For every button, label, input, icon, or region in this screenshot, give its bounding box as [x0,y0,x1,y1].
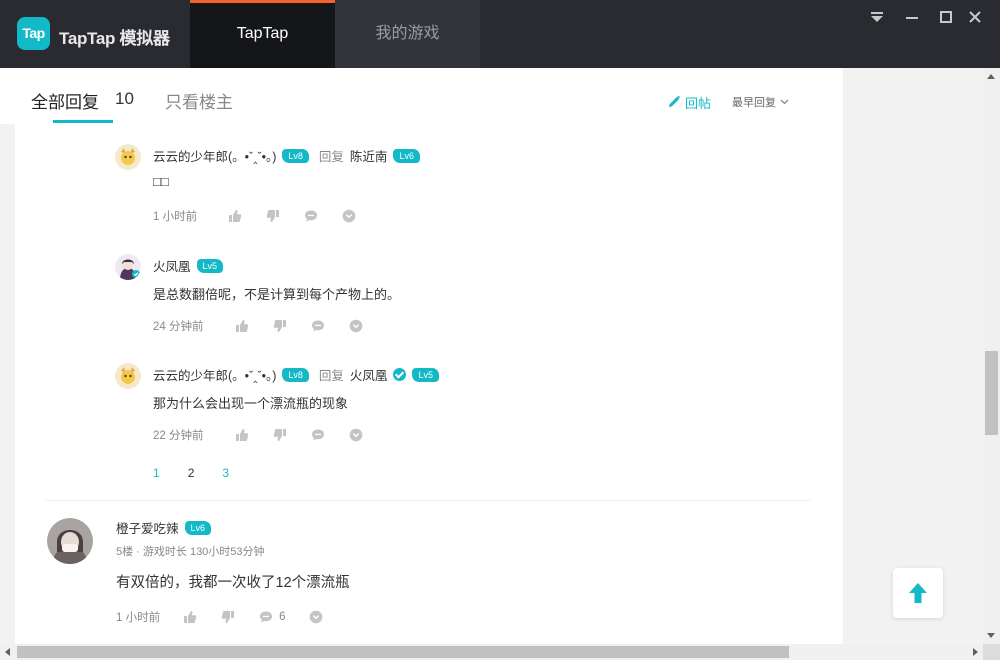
chevron-circle-icon[interactable] [308,609,324,625]
reply-user-line: 云云的少年郎(。•ˇ‸ˇ•。) Lv8 回复 陈近南 Lv6 [153,146,420,165]
reply-to-username[interactable]: 陈近南 [350,146,388,165]
comment-bubble-icon[interactable] [303,208,319,224]
maximize-icon[interactable] [935,8,957,28]
thumbs-down-icon[interactable] [220,609,236,625]
level-badge: Lv5 [412,367,439,382]
floor-meta: 5楼 · 游戏时长 130小时53分钟 [116,546,265,558]
chevron-circle-icon[interactable] [341,208,357,224]
tab-all-replies[interactable]: 全部回复 [31,88,99,113]
active-tab-underline [53,120,113,123]
reply-user-line: 云云的少年郎(。•ˇ‸ˇ•。) Lv8 回复 火凤凰 Lv5 [153,365,439,384]
left-gutter [0,68,15,124]
reply-word: 回复 [318,150,344,164]
avatar[interactable] [115,254,141,280]
comment-bubble-icon[interactable] [310,318,326,334]
reply-post-label: 回帖 [685,95,712,111]
page-link[interactable]: 1 [153,466,160,480]
chevron-circle-icon[interactable] [348,427,364,443]
floor-time: 1 小时前 [116,612,161,624]
level-badge: Lv8 [282,148,309,163]
reply-time: 1 小时前 [153,211,198,223]
arrow-up-icon [909,583,927,603]
back-to-top-button[interactable] [893,568,943,618]
horizontal-scrollbar[interactable] [0,644,983,660]
tab-op-only[interactable]: 只看楼主 [165,88,233,113]
level-badge: Lv6 [184,520,212,535]
sort-dropdown[interactable]: 最早回复 [732,94,789,110]
scroll-up-icon[interactable] [987,74,995,79]
thumbs-up-icon[interactable] [227,208,243,224]
reply-actions: 22 分钟前 [153,425,364,445]
scroll-down-icon[interactable] [987,633,995,638]
thumbs-down-icon[interactable] [272,427,288,443]
verified-badge-icon [393,368,407,381]
page-current: 2 [187,466,195,480]
floor-actions: 1 小时前 6 [116,607,324,627]
replies-panel: 全部回复 10 只看楼主 回帖 最早回复 云云的少年郎(。•ˇ‸ˇ•。) Lv8… [15,68,843,644]
username[interactable]: 云云的少年郎(。•ˇ‸ˇ•。) [153,365,276,384]
reply-tabs-bar: 全部回复 10 只看楼主 回帖 最早回复 [15,68,843,124]
vertical-scroll-thumb[interactable] [985,351,998,435]
tab-my-games[interactable]: 我的游戏 [335,0,480,68]
avatar[interactable] [115,363,141,389]
app-brand: Tap TapTap 模拟器 [0,0,190,68]
sub-reply: 火凤凰 Lv5 是总数翻倍呢，不是计算到每个产物上的。 24 分钟前 [115,254,815,354]
thumbs-down-icon[interactable] [265,208,281,224]
reply-actions: 1 小时前 [153,206,357,226]
chevron-circle-icon[interactable] [348,318,364,334]
app-name: TapTap 模拟器 [59,29,170,48]
reply-time: 24 分钟前 [153,321,204,333]
avatar[interactable] [47,518,93,564]
username[interactable]: 云云的少年郎(。•ˇ‸ˇ•。) [153,146,276,165]
scroll-left-icon[interactable] [5,648,10,656]
scroll-right-icon[interactable] [973,648,978,656]
sub-reply: 云云的少年郎(。•ˇ‸ˇ•。) Lv8 回复 火凤凰 Lv5 那为什么会出现一个… [115,363,815,463]
level-badge: Lv5 [196,258,224,273]
sort-label: 最早回复 [732,97,776,109]
comment-bubble-icon[interactable] [258,609,274,625]
reply-text: □□ [153,174,169,189]
username[interactable]: 火凤凰 [153,256,191,275]
thumbs-up-icon[interactable] [182,609,198,625]
minimize-icon[interactable] [901,8,923,28]
divider [45,500,811,501]
floor-post: 橙子爱吃辣 Lv6 5楼 · 游戏时长 130小时53分钟 有双倍的，我都一次收… [45,516,815,644]
thumbs-up-icon[interactable] [234,427,250,443]
vertical-scrollbar[interactable] [983,68,1000,644]
sub-reply: 云云的少年郎(。•ˇ‸ˇ•。) Lv8 回复 陈近南 Lv6 □□ 1 小时前 [115,144,815,244]
thumbs-down-icon[interactable] [272,318,288,334]
comment-bubble-icon[interactable] [310,427,326,443]
app-logo: Tap [17,17,50,50]
reply-word: 回复 [318,369,344,383]
tab-taptap[interactable]: TapTap [190,0,335,68]
chevron-down-icon [780,99,789,105]
level-badge: Lv8 [282,367,309,382]
close-icon[interactable] [964,8,986,28]
reply-post-button[interactable]: 回帖 [667,92,711,112]
reply-time: 22 分钟前 [153,430,204,442]
menu-dropdown-icon[interactable] [866,8,888,28]
reply-to-username[interactable]: 火凤凰 [350,365,388,384]
username[interactable]: 橙子爱吃辣 [116,518,179,537]
reply-text: 是总数翻倍呢，不是计算到每个产物上的。 [153,287,401,302]
pagination: 1 2 3 [153,466,229,480]
comment-count: 6 [279,611,286,623]
avatar[interactable] [115,144,141,170]
thumbs-up-icon[interactable] [234,318,250,334]
horizontal-scroll-thumb[interactable] [17,646,789,658]
reply-count: 10 [115,89,134,108]
reply-text: 那为什么会出现一个漂流瓶的现象 [153,396,349,411]
floor-user-line: 橙子爱吃辣 Lv6 [116,518,212,537]
page-link[interactable]: 3 [222,466,229,480]
floor-text: 有双倍的，我都一次收了12个漂流瓶 [116,575,350,591]
scrollbar-corner [983,644,1000,660]
reply-user-line: 火凤凰 Lv5 [153,256,224,275]
title-bar: Tap TapTap 模拟器 TapTap 我的游戏 [0,0,1000,68]
reply-actions: 24 分钟前 [153,316,364,336]
level-badge: Lv6 [393,148,420,163]
pencil-icon [669,95,681,107]
right-side-area [843,68,983,644]
